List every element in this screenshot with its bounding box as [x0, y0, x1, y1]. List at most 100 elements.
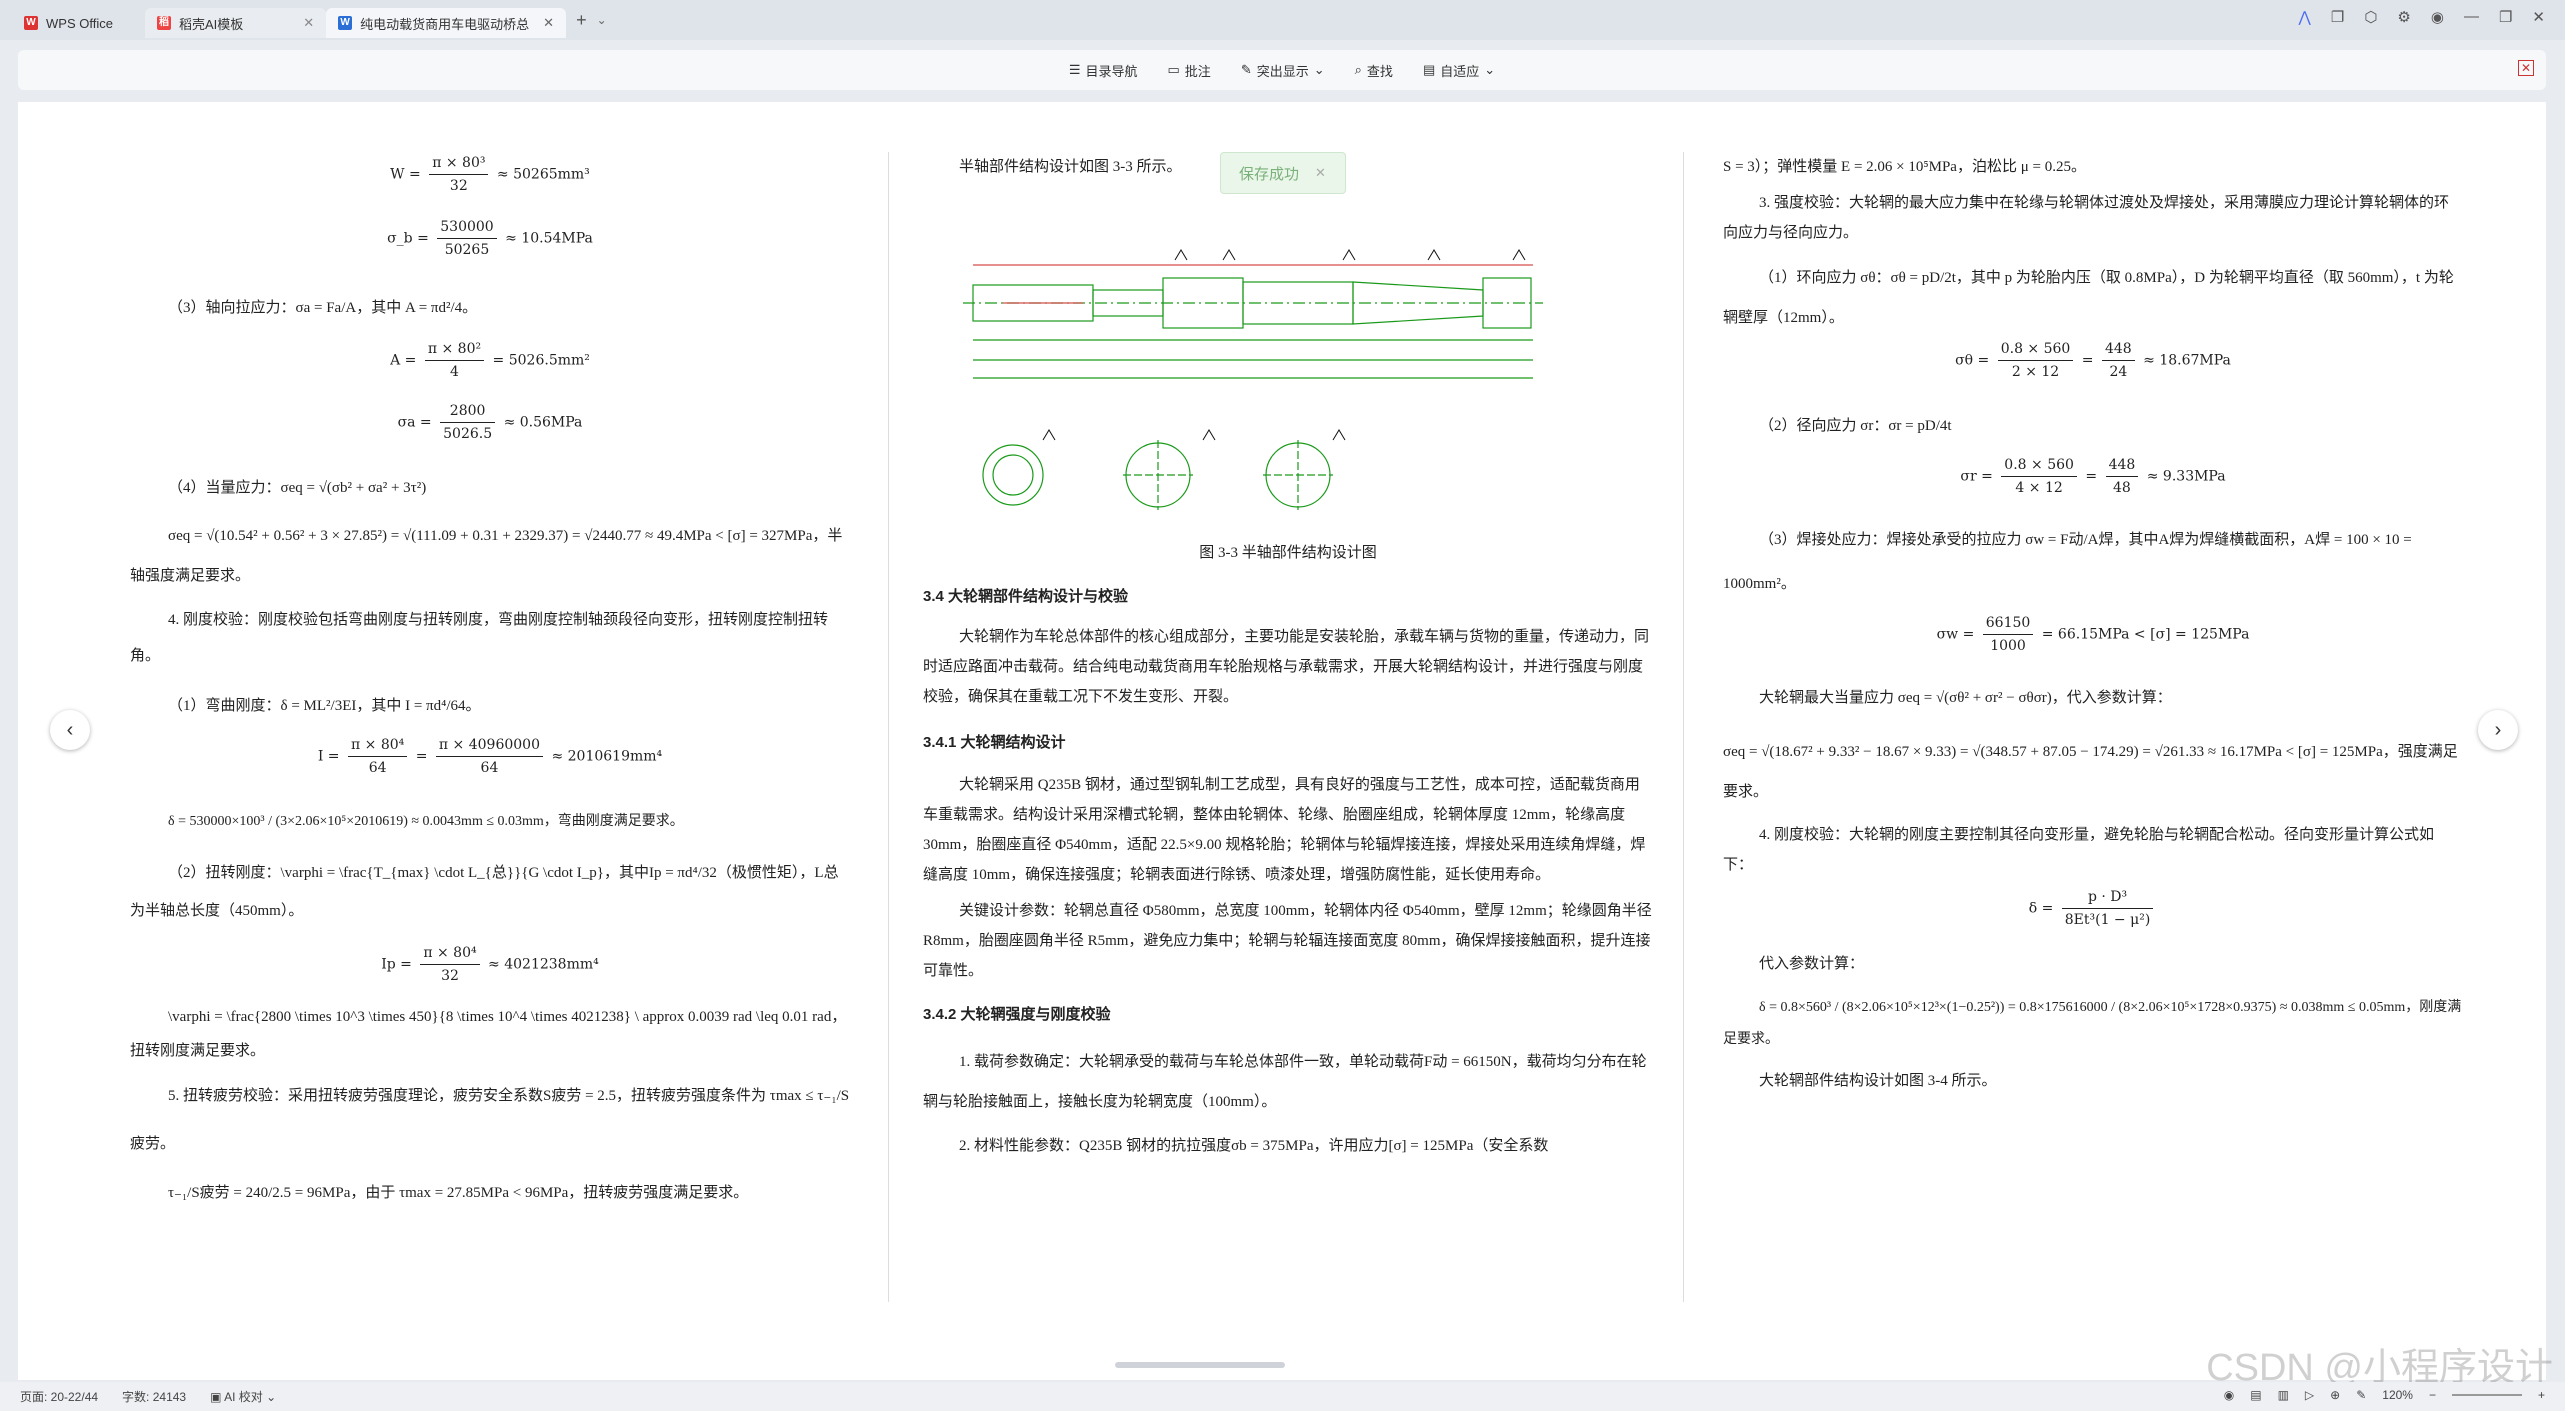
- tab-label: 纯电动载货商用车电驱动桥总: [360, 16, 530, 32]
- ai-proofread-button[interactable]: ▣ AI 校对 ⌄: [210, 1388, 276, 1405]
- cad-drawing-icon: [963, 249, 1543, 510]
- page-divider: [888, 152, 889, 1302]
- tab-wps-office[interactable]: W WPS Office: [12, 8, 125, 38]
- formula: δ = p · D³ 8Et³(1 − μ²): [1723, 880, 2463, 944]
- comment-button[interactable]: ▭ 批注: [1168, 61, 1211, 80]
- globe-icon[interactable]: ⊕: [2330, 1388, 2340, 1402]
- section-heading: 3.4 大轮辋部件结构设计与校验: [923, 588, 1129, 605]
- paragraph: 4. 刚度校验：刚度校验包括弯曲刚度与扭转刚度，弯曲刚度控制轴颈段径向变形，扭转…: [130, 612, 829, 664]
- avatar[interactable]: ◉: [2431, 8, 2444, 26]
- next-page-button[interactable]: ›: [2478, 710, 2518, 750]
- left-page: W = π × 80³ 32 ≈ 50265mm³ σ_b = 530000 502…: [130, 152, 850, 1218]
- tab-bar: W WPS Office 稻 稻壳AI模板 ✕ W 纯电动载货商用车电驱动桥总 …: [0, 0, 2565, 40]
- paragraph: 代入参数计算：: [1759, 956, 1865, 972]
- close-icon[interactable]: ✕: [2518, 60, 2534, 76]
- zoom-level[interactable]: 120%: [2382, 1388, 2413, 1402]
- play-icon[interactable]: ▷: [2305, 1388, 2314, 1402]
- paragraph: 4. 刚度校验：大轮辋的刚度主要控制其径向变形量，避免轮胎与轮辋配合松动。径向变…: [1723, 827, 2435, 873]
- chevron-down-icon: ⌄: [1313, 62, 1325, 77]
- status-bar: 页面: 20-22/44 字数: 24143 ▣ AI 校对 ⌄ ◉ ▤ ▥ ▷…: [0, 1382, 2565, 1411]
- paragraph: （2）扭转刚度：\varphi = \frac{T_{max} \cdot L_…: [130, 865, 839, 919]
- page-view-icon[interactable]: ▤: [2250, 1388, 2261, 1402]
- formula: W = π × 80³ 32 ≈ 50265mm³: [130, 152, 850, 216]
- ai-icon: ▣: [210, 1390, 225, 1404]
- comment-icon: ▭: [1167, 62, 1180, 77]
- close-icon[interactable]: ✕: [1315, 165, 1326, 181]
- new-tab-icon[interactable]: +: [576, 10, 587, 31]
- formula: σa = 2800 5026.5 ≈ 0.56MPa: [130, 400, 850, 460]
- reading-toolbar: ☰ 目录导航 ▭ 批注 ✎ 突出显示 ⌄ ⌕ 查找 ▤ 自适应 ⌄ ✕: [18, 50, 2546, 90]
- shaft-drawing: [923, 190, 1653, 532]
- restore-icon[interactable]: ❐: [2499, 8, 2512, 26]
- paragraph: （1）环向应力 σθ：σθ = pD/2t，其中 p 为轮胎内压（取 0.8MP…: [1723, 270, 2454, 326]
- paragraph: 2. 材料性能参数：Q235B 钢材的抗拉强度σb = 375MPa，许用应力[…: [959, 1138, 1549, 1154]
- paragraph: 3. 强度校验：大轮辋的最大应力集中在轮缘与轮辋体过渡处及焊接处，采用薄膜应力理…: [1723, 195, 2450, 241]
- paragraph: 关键设计参数：轮辋总直径 Φ580mm，总宽度 100mm，轮辋体内径 Φ540…: [923, 903, 1652, 979]
- close-icon[interactable]: ✕: [303, 15, 314, 31]
- formula: Ip = π × 80⁴ 32 ≈ 4021238mm⁴: [130, 930, 850, 1000]
- tab-document[interactable]: W 纯电动载货商用车电驱动桥总 ✕: [326, 8, 567, 38]
- highlight-button[interactable]: ✎ 突出显示 ⌄: [1241, 61, 1325, 80]
- right-page: S = 3）；弹性模量 E = 2.06 × 10⁵MPa，泊松比 μ = 0.…: [1723, 152, 2463, 1096]
- tab-label: WPS Office: [46, 15, 113, 31]
- eye-icon[interactable]: ◉: [2224, 1388, 2234, 1402]
- close-icon[interactable]: ✕: [543, 15, 554, 31]
- paragraph: δ = 530000×100³ / (3×2.06×10⁵×2010619) ≈…: [168, 814, 684, 829]
- figure-caption: 图 3-3 半轴部件结构设计图: [1199, 545, 1377, 561]
- paragraph: σeq = √(18.67² + 9.33² − 18.67 × 9.33) =…: [1723, 744, 2458, 800]
- wps-icon: W: [24, 16, 38, 30]
- chevron-left-icon: ‹: [66, 718, 74, 741]
- window-icon[interactable]: ❐: [2331, 8, 2344, 26]
- paragraph: τ₋₁/S疲劳 = 240/2.5 = 96MPa，由于 τmax = 27.8…: [168, 1185, 749, 1201]
- tab-label: 稻壳AI模板: [178, 16, 244, 32]
- close-window-icon[interactable]: ✕: [2532, 8, 2545, 26]
- paragraph: S = 3）；弹性模量 E = 2.06 × 10⁵MPa，泊松比 μ = 0.…: [1723, 159, 2086, 175]
- word-count[interactable]: 字数: 24143: [122, 1388, 186, 1405]
- paragraph: σeq = √(10.54² + 0.56² + 3 × 27.85²) = √…: [130, 528, 843, 584]
- middle-page: 半轴部件结构设计如图 3-3 所示。 图 3-3 半轴部件结构设计图 3.4 大…: [923, 152, 1653, 1166]
- formula: σθ = 0.8 × 560 2 × 12 = 448 24 ≈ 18.67MPa: [1723, 338, 2463, 398]
- page-divider: [1683, 152, 1684, 1302]
- template-icon: 稻: [156, 16, 171, 30]
- search-icon: ⌕: [1354, 62, 1362, 77]
- paragraph: 大轮辋采用 Q235B 钢材，通过型钢轧制工艺成型，具有良好的强度与工艺性，成本…: [923, 777, 1646, 883]
- chevron-right-icon: ›: [2494, 718, 2502, 741]
- zoom-slider[interactable]: [2451, 1394, 2522, 1396]
- page-icon: ▤: [1422, 62, 1436, 77]
- find-button[interactable]: ⌕ 查找: [1355, 61, 1393, 80]
- formula: σw = 66150 1000 = 66.15MPa < [σ] = 125MPa: [1723, 606, 2463, 670]
- view-controls: ◉ ▤ ▥ ▷ ⊕ ✎ 120% − +: [2224, 1388, 2545, 1402]
- read-view-icon[interactable]: ▥: [2278, 1388, 2289, 1402]
- paragraph: 大轮辋作为车轮总体部件的核心组成部分，主要功能是安装轮胎，承载车辆与货物的重量，…: [923, 629, 1650, 705]
- list-icon: ☰: [1068, 62, 1081, 77]
- horizontal-scrollbar[interactable]: [1115, 1362, 1285, 1368]
- toc-nav-button[interactable]: ☰ 目录导航: [1069, 61, 1138, 80]
- zoom-in-icon[interactable]: +: [2538, 1388, 2545, 1402]
- formula: A = π × 80² 4 = 5026.5mm²: [130, 338, 850, 400]
- tab-template[interactable]: 稻 稻壳AI模板 ✕: [144, 8, 327, 38]
- pen-icon[interactable]: ✎: [2356, 1388, 2366, 1402]
- paragraph: \varphi = \frac{2800 \times 10^3 \times …: [130, 1009, 847, 1059]
- formula: I = π × 80⁴ 64 = π × 40960000 64 ≈ 2010619…: [130, 734, 850, 794]
- settings-icon[interactable]: ⚙: [2397, 8, 2410, 26]
- paragraph: δ = 0.8×560³ / (8×2.06×10⁵×12³×(1−0.25²)…: [1723, 1000, 2462, 1047]
- paragraph: （2）径向应力 σr：σr = pD/4t: [1759, 418, 1952, 434]
- paragraph: 大轮辋部件结构设计如图 3-4 所示。: [1759, 1073, 1997, 1089]
- document-view: W = π × 80³ 32 ≈ 50265mm³ σ_b = 530000 502…: [18, 102, 2546, 1380]
- prev-page-button[interactable]: ‹: [50, 710, 90, 750]
- section-heading: 3.4.1 大轮辋结构设计: [923, 734, 1066, 751]
- minimize-icon[interactable]: —: [2464, 8, 2479, 26]
- paragraph: （3）焊接处应力：焊接处承受的拉应力 σw = F动/A焊，其中A焊为焊缝横截面…: [1723, 532, 2412, 592]
- chevron-down-icon: ⌄: [1484, 62, 1496, 77]
- paragraph: （4）当量应力：σeq = √(σb² + σa² + 3τ²): [168, 480, 427, 496]
- page-count: 页面: 20-22/44: [20, 1390, 99, 1404]
- ai-icon[interactable]: ⋀: [2299, 8, 2311, 26]
- cube-icon[interactable]: ⬡: [2364, 8, 2377, 26]
- save-success-toast: 保存成功 ✕: [1220, 152, 1346, 194]
- formula: σ_b = 530000 50265 ≈ 10.54MPa: [130, 216, 850, 278]
- zoom-out-icon[interactable]: −: [2429, 1388, 2436, 1402]
- pen-icon: ✎: [1240, 62, 1252, 77]
- fit-button[interactable]: ▤ 自适应 ⌄: [1423, 61, 1495, 80]
- paragraph: （1）弯曲刚度：δ = ML²/3EI，其中 I = πd⁴/64。: [168, 698, 481, 714]
- chevron-down-icon[interactable]: ⌄: [597, 13, 607, 27]
